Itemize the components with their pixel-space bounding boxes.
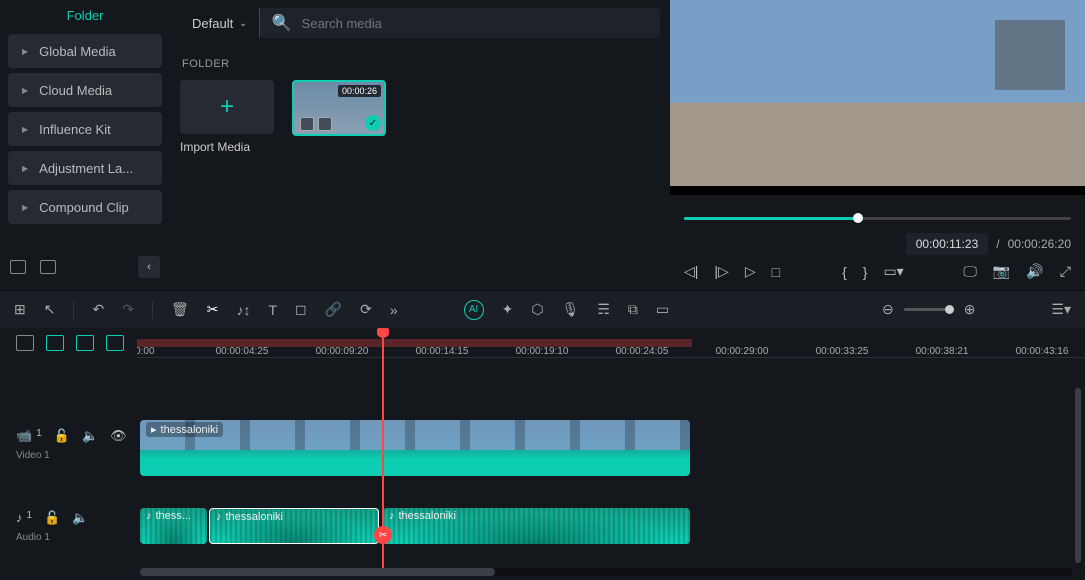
sidebar-item-compound-clip[interactable]: ▶Compound Clip bbox=[8, 190, 162, 224]
keyframe-button[interactable]: ⧉ bbox=[628, 301, 638, 318]
horizontal-scrollbar[interactable] bbox=[140, 568, 1073, 576]
stop-button[interactable]: □ bbox=[772, 264, 780, 280]
camera-icon bbox=[318, 117, 332, 131]
split-button[interactable]: ✂ bbox=[207, 301, 219, 318]
video-clip[interactable]: ▸thessaloniki bbox=[140, 420, 690, 476]
play-button[interactable]: ▷ bbox=[745, 263, 756, 280]
chevron-right-icon: ▶ bbox=[22, 125, 28, 134]
fullscreen-button[interactable]: ⤢ bbox=[1060, 263, 1071, 280]
video-track-label: Video 1 bbox=[16, 450, 50, 461]
eye-icon[interactable]: 👁 bbox=[110, 428, 127, 444]
mute-icon[interactable]: 🔈 bbox=[82, 428, 98, 444]
audio-track-label: Audio 1 bbox=[16, 532, 50, 543]
audio-clip-2[interactable]: ♪thessaloniki bbox=[209, 508, 379, 544]
video-track-icon: 📹 bbox=[16, 428, 32, 444]
folder-tab[interactable]: Folder bbox=[8, 0, 162, 29]
mark-in-button[interactable]: { bbox=[842, 264, 847, 280]
toggle-1-icon[interactable] bbox=[16, 335, 34, 351]
undo-button[interactable]: ↶ bbox=[92, 301, 104, 318]
preview-scrubber[interactable] bbox=[684, 205, 1071, 231]
chevron-right-icon: ▶ bbox=[22, 86, 28, 95]
audio-mixer-button[interactable]: ☴ bbox=[597, 301, 610, 318]
import-media-tile[interactable]: + Import Media bbox=[180, 80, 274, 154]
section-label: FOLDER bbox=[182, 58, 660, 70]
grid-icon[interactable]: ⊞ bbox=[14, 301, 26, 318]
vertical-scrollbar[interactable] bbox=[1075, 388, 1081, 563]
plus-icon: + bbox=[180, 80, 274, 134]
preview-panel: 00:00:11:23 / 00:00:26:20 ◁| |▷ ▷ □ { } … bbox=[670, 0, 1085, 290]
timeline-tracks[interactable]: 00:00 00:00:04:25 00:00:09:20 00:00:14:1… bbox=[137, 328, 1085, 578]
audio-clip-1[interactable]: ♪thess... bbox=[140, 508, 207, 544]
lock-icon[interactable]: 🔓 bbox=[44, 510, 60, 526]
text-button[interactable]: T bbox=[268, 302, 277, 318]
cut-handle[interactable]: ✂ bbox=[374, 526, 392, 544]
lock-icon[interactable]: 🔓 bbox=[54, 428, 70, 444]
chevron-right-icon: ▶ bbox=[22, 203, 28, 212]
chevron-right-icon: ▶ bbox=[22, 47, 28, 56]
prev-frame-button[interactable]: ◁| bbox=[684, 263, 698, 280]
collapse-sidebar-button[interactable]: ‹ bbox=[138, 256, 160, 278]
sort-dropdown[interactable]: Default⌄ bbox=[180, 8, 260, 38]
mute-icon[interactable]: 🔈 bbox=[72, 510, 88, 526]
music-icon: ♪ bbox=[389, 510, 395, 522]
toggle-3-icon[interactable] bbox=[76, 335, 94, 351]
zoom-slider[interactable] bbox=[904, 308, 954, 311]
view-mode-button[interactable]: ☰▾ bbox=[1051, 301, 1071, 318]
audio-track-icon: ♪ bbox=[16, 510, 23, 526]
search-input[interactable] bbox=[302, 16, 648, 31]
new-folder-icon[interactable] bbox=[10, 260, 26, 274]
check-icon: ✓ bbox=[365, 115, 381, 131]
cursor-icon[interactable]: ↖ bbox=[44, 301, 56, 318]
voiceover-button[interactable]: 🎙 bbox=[562, 301, 580, 318]
marker-button[interactable]: ⬡ bbox=[531, 301, 543, 318]
total-time: 00:00:26:20 bbox=[1008, 237, 1071, 251]
new-bin-icon[interactable] bbox=[40, 260, 56, 274]
search-icon: 🔍 bbox=[272, 13, 292, 33]
media-panel: Default⌄ 🔍 FOLDER + Import Media 00:00:2… bbox=[170, 0, 670, 290]
effects-button[interactable]: ✦ bbox=[502, 301, 514, 318]
current-time: 00:00:11:23 bbox=[906, 233, 989, 255]
more-button[interactable]: » bbox=[390, 302, 398, 318]
chevron-right-icon: ▶ bbox=[22, 164, 28, 173]
clip-duration: 00:00:26 bbox=[338, 85, 381, 97]
toggle-2-icon[interactable] bbox=[46, 335, 64, 351]
play-icon: ▸ bbox=[151, 423, 157, 436]
sidebar-item-global-media[interactable]: ▶Global Media bbox=[8, 34, 162, 68]
music-beat-button[interactable]: ♪↕ bbox=[236, 302, 250, 318]
redo-button[interactable]: ↷ bbox=[122, 301, 134, 318]
toggle-4-icon[interactable] bbox=[106, 335, 124, 351]
timeline-toolbar: ⊞ ↖ ↶ ↷ 🗑 ✂ ♪↕ T ◻ 🔗 ⟳ » AI ✦ ⬡ 🎙 ☴ ⧉ ▭ … bbox=[0, 290, 1085, 328]
sidebar-item-adjustment-layer[interactable]: ▶Adjustment La... bbox=[8, 151, 162, 185]
music-icon: ♪ bbox=[216, 511, 222, 523]
display-button[interactable]: 🖵 bbox=[963, 263, 977, 280]
ratio-dropdown[interactable]: ▭▾ bbox=[883, 263, 903, 280]
preview-viewport[interactable] bbox=[670, 0, 1085, 186]
render-button[interactable]: ▭ bbox=[656, 301, 669, 318]
delete-button[interactable]: 🗑 bbox=[171, 301, 189, 318]
timeline: 📹1 🔓 🔈 👁 Video 1 ♪1 🔓 🔈 Audio 1 00:00 00… bbox=[0, 328, 1085, 578]
next-frame-button[interactable]: |▷ bbox=[714, 263, 728, 280]
snapshot-button[interactable]: 📷 bbox=[993, 263, 1010, 280]
zoom-out-button[interactable]: ⊖ bbox=[882, 301, 894, 318]
ai-button[interactable]: AI bbox=[464, 300, 484, 320]
sidebar-item-influence-kit[interactable]: ▶Influence Kit bbox=[8, 112, 162, 146]
chevron-down-icon: ⌄ bbox=[239, 18, 247, 29]
speed-button[interactable]: ⟳ bbox=[360, 301, 372, 318]
sidebar: Folder ▶Global Media ▶Cloud Media ▶Influ… bbox=[0, 0, 170, 290]
zoom-in-button[interactable]: ⊕ bbox=[964, 301, 976, 318]
music-icon: ♪ bbox=[146, 510, 152, 522]
sidebar-item-cloud-media[interactable]: ▶Cloud Media bbox=[8, 73, 162, 107]
mark-out-button[interactable]: } bbox=[863, 264, 868, 280]
audio-clip-3[interactable]: ♪thessaloniki bbox=[383, 508, 690, 544]
link-button[interactable]: 🔗 bbox=[325, 301, 342, 318]
volume-button[interactable]: 🔊 bbox=[1026, 263, 1043, 280]
media-clip-tile[interactable]: 00:00:26 ✓ thessaloniki bbox=[292, 80, 386, 154]
video-icon bbox=[300, 117, 314, 131]
crop-button[interactable]: ◻ bbox=[295, 301, 307, 318]
time-ruler[interactable]: 00:00 00:00:04:25 00:00:09:20 00:00:14:1… bbox=[137, 328, 1085, 358]
search-box[interactable]: 🔍 bbox=[260, 8, 660, 38]
